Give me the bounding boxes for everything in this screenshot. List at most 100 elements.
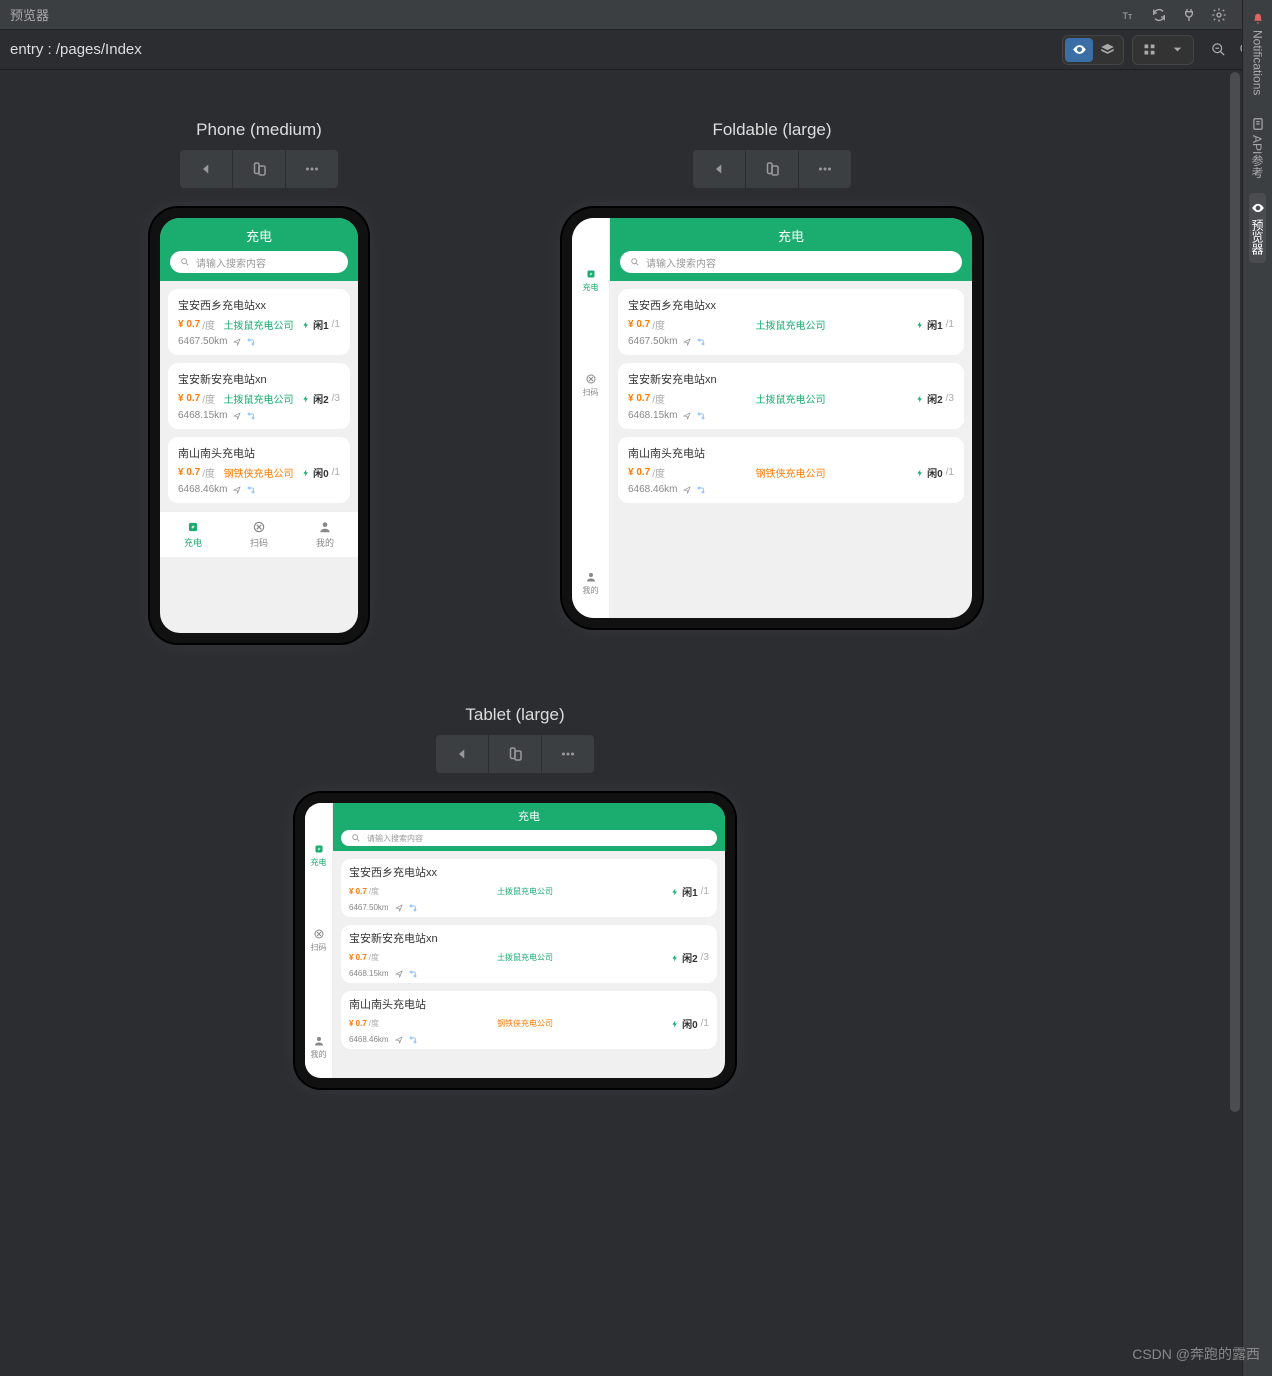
eye-icon (1251, 201, 1265, 215)
tablet-frame: 充电 扫码 我的 充电 请输入搜索内容 宝安西乡充电站xx¥ 0.7 /度土拨鼠… (295, 793, 735, 1088)
station-company: 钢铁侠充电公司 (215, 465, 302, 480)
station-card[interactable]: 宝安新安充电站xn¥ 0.7 /度土拨鼠充电公司闲2 /36468.15km (168, 363, 350, 429)
foldable-screen[interactable]: 充电 扫码 我的 充电 请输入搜索内容 宝安西乡充电站xx¥ 0.7 /度土拨鼠… (572, 218, 972, 618)
nav-icon (233, 412, 241, 420)
station-price: ¥ 0.7 (178, 393, 200, 404)
tab-scan[interactable]: 扫码 (305, 918, 332, 963)
bolt-icon (302, 469, 310, 477)
route-icon (409, 1036, 417, 1044)
station-card[interactable]: 宝安西乡充电站xx¥ 0.7 /度土拨鼠充电公司闲1 /16467.50km (618, 289, 964, 355)
device-more-button[interactable] (799, 150, 851, 188)
device-more-button[interactable] (542, 735, 594, 773)
route-icon (247, 338, 255, 346)
app-header: 充电 请输入搜索内容 (160, 218, 358, 281)
search-placeholder: 请输入搜索内容 (646, 255, 716, 270)
tab-mine[interactable]: 我的 (292, 512, 358, 557)
app-header: 充电 请输入搜索内容 (333, 803, 725, 851)
bolt-icon (916, 469, 924, 477)
station-status: 闲1 /1 (916, 317, 954, 332)
station-status: 闲2 /3 (671, 950, 709, 965)
station-name: 宝安西乡充电站xx (349, 864, 709, 880)
price-unit: /度 (652, 465, 665, 480)
device-rotate-button[interactable] (746, 150, 798, 188)
route-icon (409, 970, 417, 978)
device-title: Phone (medium) (150, 120, 368, 140)
bolt-icon (916, 321, 924, 329)
route-icon (409, 904, 417, 912)
station-distance: 6467.50km (178, 336, 227, 347)
nav-icon (683, 486, 691, 494)
bolt-icon (302, 395, 310, 403)
search-placeholder: 请输入搜索内容 (196, 255, 266, 270)
station-list[interactable]: 宝安西乡充电站xx¥ 0.7 /度土拨鼠充电公司闲1 /16467.50km 宝安… (160, 281, 358, 511)
station-company: 土拨鼠充电公司 (215, 317, 302, 332)
search-input[interactable]: 请输入搜索内容 (170, 251, 348, 273)
station-card[interactable]: 宝安西乡充电站xx¥ 0.7 /度土拨鼠充电公司闲1 /16467.50km (168, 289, 350, 355)
foldable-frame: 充电 扫码 我的 充电 请输入搜索内容 宝安西乡充电站xx¥ 0.7 /度土拨鼠… (562, 208, 982, 628)
device-back-button[interactable] (180, 150, 232, 188)
station-price: ¥ 0.7 (628, 319, 650, 330)
device-back-button[interactable] (436, 735, 488, 773)
plug-button[interactable] (1176, 2, 1202, 28)
station-price: ¥ 0.7 (628, 393, 650, 404)
station-list[interactable]: 宝安西乡充电站xx¥ 0.7 /度土拨鼠充电公司闲1 /16467.50km宝安… (610, 281, 972, 618)
inspect-eye-button[interactable] (1065, 38, 1093, 62)
title-bar: 预览器 (0, 0, 1272, 30)
station-name: 宝安西乡充电站xx (628, 297, 954, 313)
dropdown-button[interactable] (1163, 38, 1191, 62)
device-title: Tablet (large) (295, 705, 735, 725)
station-distance: 6468.46km (349, 1035, 389, 1044)
inspect-layers-button[interactable] (1093, 38, 1121, 62)
refresh-button[interactable] (1146, 2, 1172, 28)
device-rotate-button[interactable] (489, 735, 541, 773)
tab-charge[interactable]: 充电 (160, 512, 226, 557)
station-card[interactable]: 南山南头充电站¥ 0.7 /度钢铁侠充电公司闲0 /16468.46km (341, 991, 717, 1049)
station-status: 闲0 /1 (671, 1016, 709, 1031)
phone-frame: 充电 请输入搜索内容 宝安西乡充电站xx¥ 0.7 /度土拨鼠充电公司闲1 /1… (150, 208, 368, 643)
zoom-out-button[interactable] (1204, 38, 1232, 62)
tab-charge[interactable]: 充电 (305, 833, 332, 878)
sidebar-tab-api[interactable]: API参考 (1249, 109, 1266, 186)
sidebar-tab-previewer[interactable]: 预览器 (1249, 193, 1266, 263)
page-title: 充电 (620, 226, 962, 245)
device-rotate-button[interactable] (233, 150, 285, 188)
price-unit: /度 (652, 317, 665, 332)
nav-icon (395, 1036, 403, 1044)
search-placeholder: 请输入搜索内容 (367, 833, 423, 844)
station-distance: 6467.50km (349, 903, 389, 912)
station-card[interactable]: 宝安西乡充电站xx¥ 0.7 /度土拨鼠充电公司闲1 /16467.50km (341, 859, 717, 917)
tab-scan[interactable]: 扫码 (226, 512, 292, 557)
device-title: Foldable (large) (562, 120, 982, 140)
station-company: 土拨鼠充电公司 (665, 391, 916, 406)
station-company: 土拨鼠充电公司 (665, 317, 916, 332)
device-back-button[interactable] (693, 150, 745, 188)
search-icon (180, 257, 190, 267)
font-size-button[interactable] (1116, 2, 1142, 28)
station-company: 钢铁侠充电公司 (665, 465, 916, 480)
scrollbar-thumb[interactable] (1230, 72, 1240, 1112)
station-price: ¥ 0.7 (349, 1019, 367, 1028)
search-input[interactable]: 请输入搜索内容 (341, 830, 717, 846)
tab-mine[interactable]: 我的 (572, 561, 609, 606)
tab-scan[interactable]: 扫码 (572, 363, 609, 408)
search-input[interactable]: 请输入搜索内容 (620, 251, 962, 273)
tab-charge[interactable]: 充电 (572, 258, 609, 303)
station-card[interactable]: 宝安新安充电站xn¥ 0.7 /度土拨鼠充电公司闲2 /36468.15km (341, 925, 717, 983)
tablet-screen[interactable]: 充电 扫码 我的 充电 请输入搜索内容 宝安西乡充电站xx¥ 0.7 /度土拨鼠… (305, 803, 725, 1078)
tab-mine[interactable]: 我的 (305, 1025, 332, 1070)
phone-screen[interactable]: 充电 请输入搜索内容 宝安西乡充电站xx¥ 0.7 /度土拨鼠充电公司闲1 /1… (160, 218, 358, 633)
preview-canvas[interactable]: Phone (medium) 充电 请输入搜索内容 宝安西乡充电站xx¥ 0.7… (0, 70, 1242, 1376)
scrollbar-track[interactable] (1230, 72, 1240, 1372)
station-status: 闲2 /3 (916, 391, 954, 406)
station-card[interactable]: 宝安新安充电站xn¥ 0.7 /度土拨鼠充电公司闲2 /36468.15km (618, 363, 964, 429)
layout-toggle-group (1132, 35, 1194, 65)
device-more-button[interactable] (286, 150, 338, 188)
station-card[interactable]: 南山南头充电站¥ 0.7 /度钢铁侠充电公司闲0 /16468.46km (168, 437, 350, 503)
price-unit: /度 (202, 465, 215, 480)
nav-icon (395, 904, 403, 912)
station-card[interactable]: 南山南头充电站¥ 0.7 /度钢铁侠充电公司闲0 /16468.46km (618, 437, 964, 503)
sidebar-tab-notifications[interactable]: Notifications (1251, 4, 1265, 103)
grid-button[interactable] (1135, 38, 1163, 62)
settings-button[interactable] (1206, 2, 1232, 28)
station-list[interactable]: 宝安西乡充电站xx¥ 0.7 /度土拨鼠充电公司闲1 /16467.50km宝安… (333, 851, 725, 1078)
